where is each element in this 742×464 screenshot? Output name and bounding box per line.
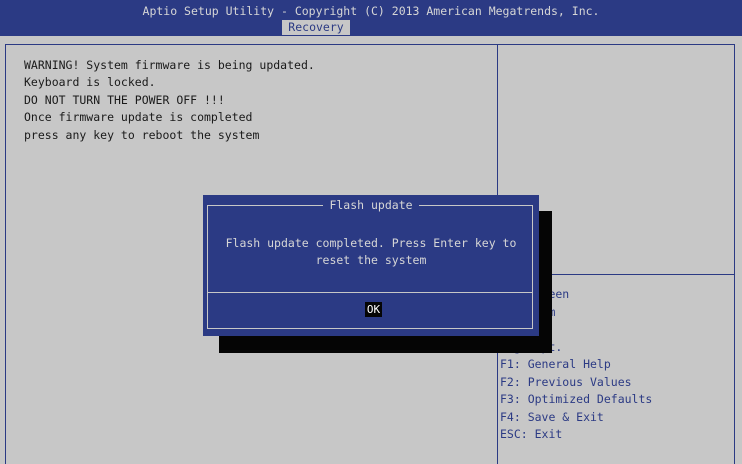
warning-line: press any key to reboot the system (24, 127, 260, 142)
warning-line: Keyboard is locked. (24, 75, 156, 90)
warning-line: Once firmware update is completed (24, 110, 253, 125)
title-bar: Aptio Setup Utility - Copyright (C) 2013… (0, 0, 742, 36)
flash-update-dialog: Flash update Flash update completed. Pre… (203, 195, 539, 336)
help-line: F4: Save & Exit (500, 409, 604, 424)
tab-recovery[interactable]: Recovery (282, 20, 350, 35)
ok-button[interactable]: OK (365, 302, 382, 317)
help-line: ESC: Exit (500, 427, 563, 441)
dialog-separator (208, 292, 532, 293)
dialog-message: Flash update completed. Press Enter key … (225, 236, 517, 267)
header-title: Aptio Setup Utility - Copyright (C) 2013… (142, 4, 600, 18)
warning-message: WARNING! System firmware is being update… (24, 57, 315, 144)
help-line: F3: Optimized Defaults (500, 392, 653, 406)
dialog-title-text: Flash update (323, 198, 419, 212)
warning-line: DO NOT TURN THE POWER OFF !!! (24, 92, 225, 107)
warning-line: WARNING! System firmware is being update… (24, 58, 315, 72)
help-line: F1: General Help (500, 357, 611, 371)
help-line: F2: Previous Values (500, 374, 632, 389)
dialog-title: Flash update (203, 198, 539, 212)
